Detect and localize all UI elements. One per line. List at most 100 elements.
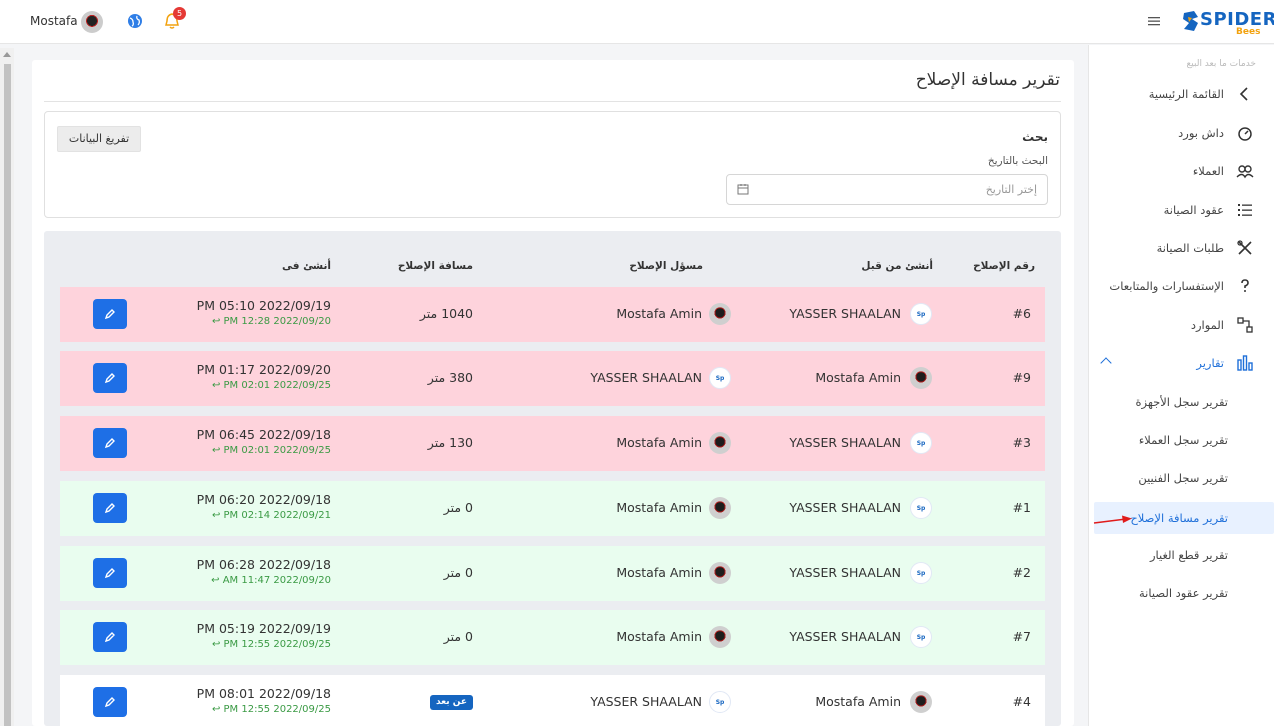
responsible-name: Mostafa Amin bbox=[616, 435, 702, 450]
responsible-name: Mostafa Amin bbox=[616, 500, 702, 515]
scrollbar-thumb[interactable] bbox=[4, 64, 11, 726]
sidebar-subitem-technicians-report[interactable]: تقرير سجل الفنيين bbox=[1094, 462, 1274, 494]
spider-logo-icon: Sp bbox=[910, 497, 932, 519]
resources-icon bbox=[1237, 317, 1253, 333]
created-date: PM 06:45 2022/09/18 bbox=[196, 427, 331, 442]
person-avatar-icon bbox=[910, 367, 932, 389]
user-name[interactable]: Mostafa bbox=[30, 14, 78, 28]
date-filter-label: البحث بالتاريخ bbox=[987, 155, 1048, 167]
creator-name: YASSER SHAALAN bbox=[789, 500, 901, 515]
pencil-icon bbox=[104, 568, 115, 579]
edit-button[interactable] bbox=[93, 687, 127, 717]
sidebar-item-label: طلبات الصيانة bbox=[1156, 241, 1224, 255]
creator-name: YASSER SHAALAN bbox=[789, 629, 901, 644]
repair-distance: 0 متر bbox=[443, 565, 473, 580]
person-avatar-icon bbox=[709, 497, 731, 519]
list-icon bbox=[1238, 204, 1252, 216]
column-header-created-at: أنشئ فى bbox=[281, 260, 331, 272]
repair-number: #7 bbox=[1012, 629, 1031, 644]
responsible-name: YASSER SHAALAN bbox=[590, 370, 702, 385]
person-avatar-icon bbox=[709, 626, 731, 648]
edit-button[interactable] bbox=[93, 299, 127, 329]
created-date: PM 06:28 2022/09/18 bbox=[196, 557, 331, 572]
sidebar-item-customers[interactable]: العملاء bbox=[1088, 154, 1274, 188]
edit-button[interactable] bbox=[93, 428, 127, 458]
search-panel: بحث البحث بالتاريخ إختر التاريخ تفريغ ال… bbox=[44, 111, 1061, 218]
sidebar-item-inquiries[interactable]: الإستفسارات والمتابعات bbox=[1088, 269, 1274, 303]
sidebar-item-dashboard[interactable]: داش بورد bbox=[1088, 116, 1274, 150]
sidebar-item-maintenance-contracts[interactable]: عقود الصيانة bbox=[1088, 193, 1274, 227]
creator-name: Mostafa Amin bbox=[815, 694, 901, 709]
export-data-button[interactable]: تفريغ البيانات bbox=[57, 126, 141, 152]
updated-date: PM 02:01 2022/09/25 ↩ bbox=[211, 445, 331, 456]
pencil-icon bbox=[104, 632, 115, 643]
table-row: #2 Sp YASSER SHAALAN Mostafa Amin 0 متر … bbox=[60, 546, 1045, 601]
sidebar-item-label: الموارد bbox=[1190, 318, 1224, 332]
logo-subtext: Bees bbox=[1236, 27, 1261, 37]
dashboard-icon bbox=[1238, 127, 1252, 141]
spider-logo[interactable]: SPIDER Bees bbox=[1180, 7, 1274, 39]
repair-distance: 0 متر bbox=[443, 629, 473, 644]
question-icon bbox=[1241, 279, 1249, 292]
scroll-up-arrow-icon[interactable] bbox=[3, 52, 11, 57]
tools-icon bbox=[1237, 240, 1252, 255]
edit-button[interactable] bbox=[93, 493, 127, 523]
date-filter-input[interactable]: إختر التاريخ bbox=[726, 174, 1048, 205]
search-title: بحث bbox=[1022, 130, 1048, 144]
created-date: PM 05:10 2022/09/19 bbox=[196, 298, 331, 313]
calendar-icon[interactable] bbox=[737, 183, 749, 195]
sidebar-item-label: عقود الصيانة bbox=[1163, 203, 1224, 217]
sidebar-subitem-devices-report[interactable]: تقرير سجل الأجهزة bbox=[1094, 386, 1274, 418]
column-header-creator: أنشئ من قبل bbox=[861, 260, 933, 272]
table-row: #7 Sp YASSER SHAALAN Mostafa Amin 0 متر … bbox=[60, 610, 1045, 665]
responsible-name: Mostafa Amin bbox=[616, 306, 702, 321]
column-header-responsible: مسؤل الإصلاح bbox=[629, 260, 703, 272]
pencil-icon bbox=[104, 697, 115, 708]
divider bbox=[44, 101, 1061, 102]
person-avatar-icon bbox=[709, 432, 731, 454]
chevron-up-icon[interactable] bbox=[1100, 357, 1112, 369]
spider-logo-icon: Sp bbox=[910, 626, 932, 648]
repair-number: #1 bbox=[1012, 500, 1031, 515]
updated-date: PM 12:55 2022/09/25 ↩ bbox=[211, 704, 331, 715]
sidebar-subitem-customers-report[interactable]: تقرير سجل العملاء bbox=[1094, 424, 1274, 456]
repair-number: #3 bbox=[1012, 435, 1031, 450]
responsible-name: Mostafa Amin bbox=[616, 565, 702, 580]
table-row: #3 Sp YASSER SHAALAN Mostafa Amin 130 مت… bbox=[60, 416, 1045, 471]
table-row: #1 Sp YASSER SHAALAN Mostafa Amin 0 متر … bbox=[60, 481, 1045, 536]
sidebar: خدمات ما بعد البيع القائمة الرئيسية داش … bbox=[1088, 45, 1274, 726]
sidebar-caption: خدمات ما بعد البيع bbox=[1186, 59, 1256, 69]
repair-distance: 130 متر bbox=[427, 435, 473, 450]
person-avatar-icon bbox=[709, 562, 731, 584]
sidebar-item-main-menu[interactable]: القائمة الرئيسية bbox=[1088, 77, 1274, 111]
page-scrollbar[interactable] bbox=[0, 48, 14, 726]
globe-icon[interactable] bbox=[127, 13, 143, 29]
updated-date: PM 12:55 2022/09/25 ↩ bbox=[211, 639, 331, 650]
column-header-distance: مسافة الإصلاح bbox=[397, 260, 473, 272]
sidebar-subitem-contracts-report[interactable]: تقرير عقود الصيانة bbox=[1094, 577, 1274, 609]
edit-button[interactable] bbox=[93, 363, 127, 393]
edit-button[interactable] bbox=[93, 622, 127, 652]
hamburger-menu-icon[interactable] bbox=[1148, 15, 1160, 27]
chart-icon bbox=[1237, 355, 1253, 371]
sidebar-item-label: تقارير bbox=[1196, 356, 1224, 370]
repair-number: #6 bbox=[1012, 306, 1031, 321]
chevron-left-icon bbox=[1239, 87, 1248, 101]
edit-button[interactable] bbox=[93, 558, 127, 588]
created-date: PM 05:19 2022/09/19 bbox=[196, 621, 331, 636]
sidebar-subitem-spare-parts-report[interactable]: تقرير قطع الغيار bbox=[1094, 539, 1274, 571]
pencil-icon bbox=[104, 438, 115, 449]
sidebar-item-reports[interactable]: تقارير bbox=[1088, 346, 1274, 380]
repairs-table: رقم الإصلاح أنشئ من قبل مسؤل الإصلاح مسا… bbox=[44, 231, 1061, 726]
table-row: #4 Mostafa Amin Sp YASSER SHAALAN عن بعد… bbox=[60, 675, 1045, 726]
sidebar-item-maintenance-requests[interactable]: طلبات الصيانة bbox=[1088, 231, 1274, 265]
responsible-name: YASSER SHAALAN bbox=[590, 694, 702, 709]
user-avatar[interactable] bbox=[81, 11, 103, 33]
date-placeholder: إختر التاريخ bbox=[985, 183, 1037, 196]
sidebar-item-resources[interactable]: الموارد bbox=[1088, 308, 1274, 342]
red-pointer-arrow-icon bbox=[1093, 515, 1132, 524]
updated-date: PM 12:28 2022/09/20 ↩ bbox=[211, 316, 331, 327]
pencil-icon bbox=[104, 373, 115, 384]
spider-mark-icon bbox=[1183, 11, 1198, 31]
spider-logo-icon: Sp bbox=[910, 303, 932, 325]
